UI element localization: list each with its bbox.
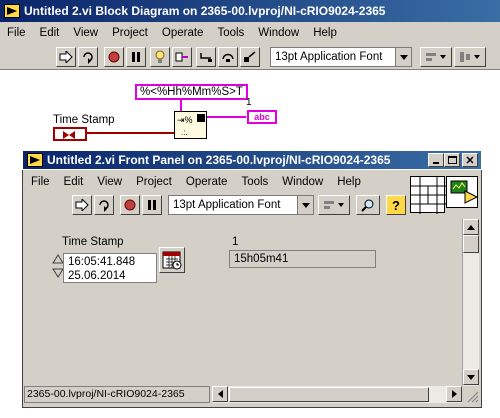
svg-text:⇥%: ⇥%	[177, 115, 193, 125]
pause-icon[interactable]	[142, 195, 162, 215]
indicator-index-label: 1	[246, 97, 252, 108]
align-objects-icon[interactable]	[318, 195, 350, 215]
chevron-down-icon	[297, 196, 313, 214]
scroll-left-arrow-icon[interactable]	[212, 386, 228, 402]
string-terminal-label: abc	[254, 112, 270, 122]
minimize-button[interactable]	[428, 153, 444, 167]
format-date-time-string-function[interactable]: ⇥%.:.	[174, 111, 207, 139]
run-arrow-icon[interactable]	[72, 195, 92, 215]
menu-view[interactable]: View	[90, 176, 129, 188]
project-context-status: 2365-00.lvproj/NI-cRIO9024-2365	[24, 386, 210, 403]
scroll-up-arrow-icon[interactable]	[463, 219, 479, 235]
string-indicator-label: 1	[232, 236, 239, 248]
menu-project[interactable]: Project	[129, 176, 179, 188]
run-continuously-icon[interactable]	[94, 195, 114, 215]
menu-tools[interactable]: Tools	[234, 176, 275, 188]
font-selector-label: 13pt Application Font	[173, 199, 281, 211]
maximize-button[interactable]	[444, 153, 460, 167]
abort-icon[interactable]	[120, 195, 140, 215]
connector-pane[interactable]	[410, 176, 446, 214]
timestamp-control[interactable]: 16:05:41.848 25.06.2014	[63, 253, 157, 283]
menu-window[interactable]: Window	[275, 176, 330, 188]
front-panel-toolbar: 13pt Application Font ?	[24, 192, 408, 218]
timestamp-control-terminal[interactable]	[53, 127, 87, 141]
help-icon[interactable]: ?	[386, 195, 406, 215]
svg-text:?: ?	[392, 198, 400, 212]
svg-text:.:.: .:.	[181, 128, 188, 137]
labview-vi-icon	[27, 153, 43, 167]
front-panel-menubar: File Edit View Project Operate Tools Win…	[24, 171, 408, 192]
font-selector[interactable]: 13pt Application Font	[168, 195, 314, 215]
vertical-scrollbar[interactable]	[462, 219, 479, 386]
string-indicator-terminal[interactable]: abc	[247, 110, 277, 124]
menu-edit[interactable]: Edit	[57, 176, 91, 188]
string-indicator-value: 15h05m41	[234, 253, 289, 265]
search-icon[interactable]	[356, 195, 380, 215]
calendar-icon	[162, 251, 182, 270]
timestamp-time-value: 16:05:41.848	[68, 256, 136, 268]
horizontal-scrollbar[interactable]	[212, 386, 462, 403]
scroll-down-arrow-icon[interactable]	[463, 369, 479, 385]
close-button[interactable]	[462, 153, 478, 167]
string-indicator: 15h05m41	[229, 250, 376, 268]
front-panel-title: Untitled 2.vi Front Panel on 2365-00.lvp…	[47, 153, 391, 167]
vi-icon[interactable]	[446, 176, 479, 208]
timestamp-control-label: Time Stamp	[62, 236, 124, 248]
menu-help[interactable]: Help	[330, 176, 368, 188]
scroll-right-arrow-icon[interactable]	[446, 386, 462, 402]
menu-file[interactable]: File	[24, 176, 57, 188]
status-path-text: 2365-00.lvproj/NI-cRIO9024-2365	[27, 388, 185, 400]
timestamp-terminal-label: Time Stamp	[53, 114, 115, 126]
resize-grip[interactable]	[462, 386, 479, 403]
timestamp-date-value: 25.06.2014	[68, 270, 126, 282]
vertical-scroll-thumb[interactable]	[463, 235, 479, 253]
calendar-browse-button[interactable]	[159, 247, 185, 273]
menu-operate[interactable]: Operate	[179, 176, 235, 188]
horizontal-scroll-thumb[interactable]	[229, 387, 429, 402]
front-panel-titlebar[interactable]: Untitled 2.vi Front Panel on 2365-00.lvp…	[22, 150, 482, 170]
